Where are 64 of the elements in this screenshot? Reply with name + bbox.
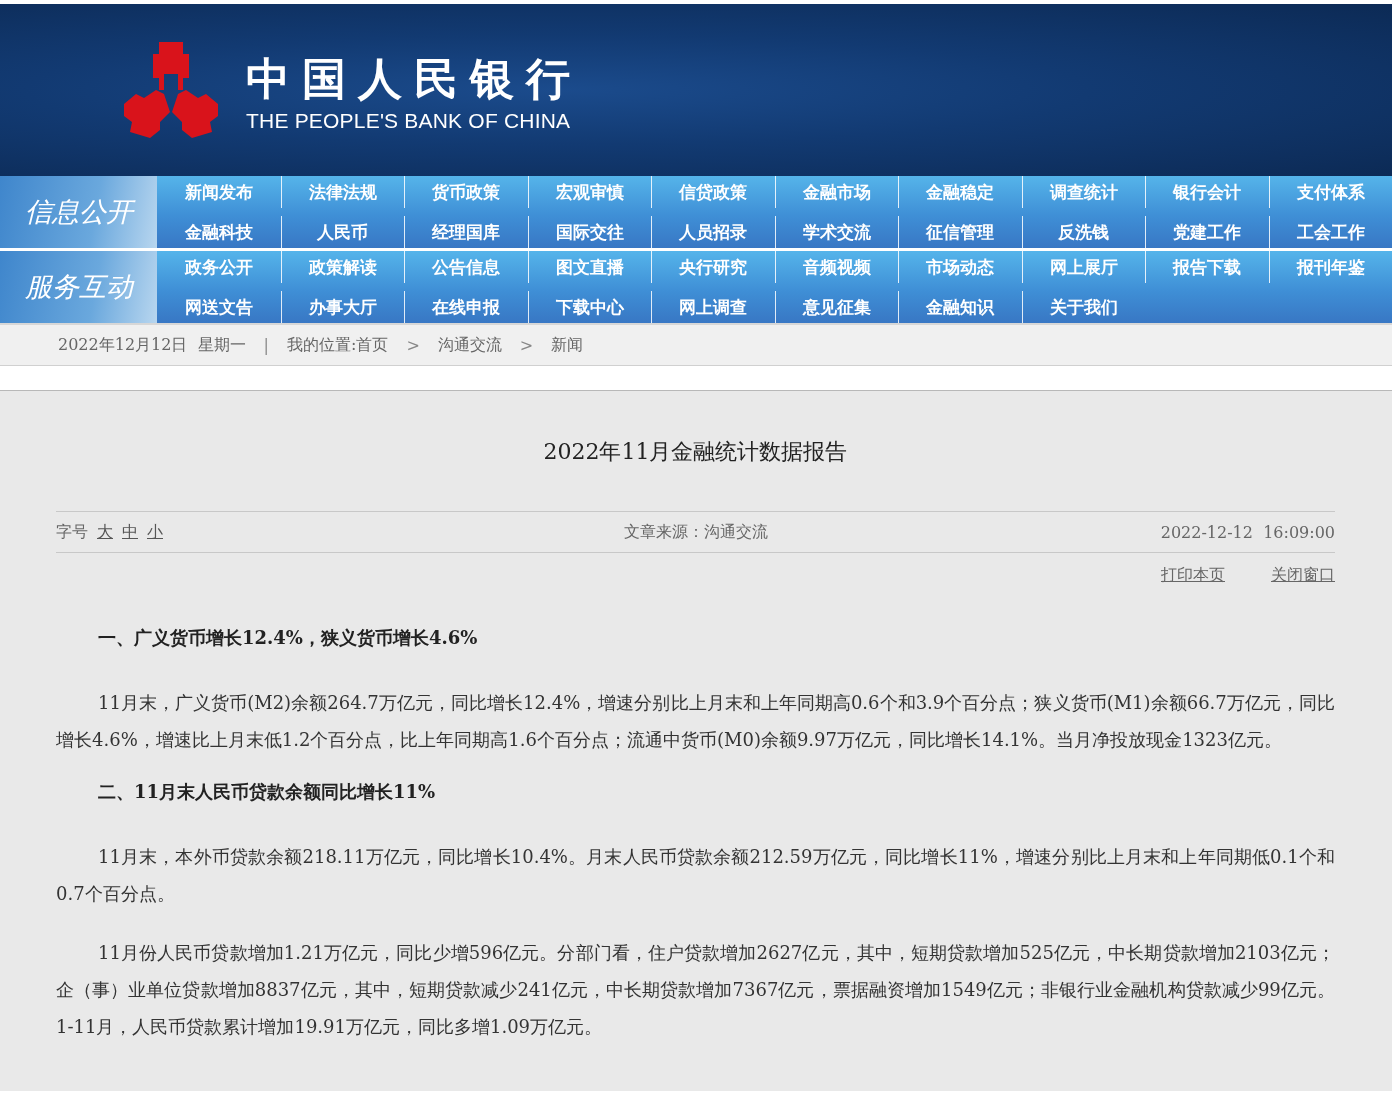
paragraph: 11月末，本外币贷款余额218.11万亿元，同比增长10.4%。月末人民币贷款余额212.59万亿元，同比增长11%，增速分别比上月末和上年同期低0.1个和0.7个百分点。 xyxy=(56,845,1335,906)
nav-link[interactable]: 反洗钱 xyxy=(1058,220,1110,244)
nav-link[interactable]: 金融科技 xyxy=(185,220,254,244)
nav-link[interactable]: 国际交往 xyxy=(555,220,624,244)
nav-link[interactable]: 党建工作 xyxy=(1173,220,1242,244)
nav-link[interactable]: 新闻发布 xyxy=(185,180,254,204)
nav-link[interactable]: 调查统计 xyxy=(1049,180,1118,204)
nav-link[interactable]: 人员招录 xyxy=(679,220,748,244)
current-date: 2022年12月12日 星期一 xyxy=(58,334,246,356)
location-label: 我的位置: xyxy=(287,334,357,356)
nav-link[interactable]: 货币政策 xyxy=(432,180,501,204)
nav-group-label: 服务互动 xyxy=(0,251,157,323)
breadcrumb-link[interactable]: 沟通交流 xyxy=(437,334,502,356)
nav-link[interactable]: 图文直播 xyxy=(555,255,624,279)
section-heading: 二、11月末人民币贷款余额同比增长11% xyxy=(97,780,437,804)
nav-link[interactable]: 金融稳定 xyxy=(926,180,995,204)
nav-link[interactable]: 金融市场 xyxy=(802,180,871,204)
nav-link[interactable]: 宏观审慎 xyxy=(555,180,624,204)
section-heading: 一、广义货币增长12.4%，狭义货币增长4.6% xyxy=(97,626,479,650)
article-source: 文章来源：沟通交流 xyxy=(623,521,768,543)
paragraph: 11月份人民币贷款增加1.21万亿元，同比少增596亿元。分部门看，住户贷款增加2627亿元，其中，短期贷款增加525亿元，中长期贷款增加2103亿元；企（事）业单位贷款增加8837亿元，其中，短期贷款减少241亿元，中长期贷款增加7367亿元，票据融资增加1549亿元；非银行业金融机构贷款减少99亿元。1-11月，人民币贷款累计增加19.91万亿元，同比多增1.09万亿元。 xyxy=(56,941,1335,1039)
nav-link[interactable]: 央行研究 xyxy=(679,255,748,279)
nav-link[interactable]: 市场动态 xyxy=(926,255,995,279)
nav-link[interactable]: 学术交流 xyxy=(802,220,871,244)
logo-title: 中国人民银行 xyxy=(246,54,582,104)
nav-link[interactable]: 政策解读 xyxy=(308,255,377,279)
breadcrumb-separator: > xyxy=(519,335,534,355)
article-title: 2022年11月金融统计数据报告 xyxy=(542,438,849,466)
nav-link[interactable]: 银行会计 xyxy=(1173,180,1242,204)
nav-link[interactable]: 意见征集 xyxy=(802,295,871,319)
action-link[interactable]: 打印本页 xyxy=(1161,565,1225,586)
nav-link[interactable]: 政务公开 xyxy=(185,255,254,279)
nav-link[interactable]: 公告信息 xyxy=(432,255,501,279)
nav-link[interactable]: 报告下载 xyxy=(1173,255,1242,279)
logo-subtitle: THE PEOPLE'S BANK OF CHINA xyxy=(246,108,572,134)
font-size-label: 字号 xyxy=(56,521,88,543)
nav-link[interactable]: 网送文告 xyxy=(185,295,254,319)
paragraph: 11月末，广义货币(M2)余额264.7万亿元，同比增长12.4%，增速分别比上月末和上年同期高0.6个和3.9个百分点；狭义货币(M1)余额66.7万亿元，同比增长4.6%，增速比上月末低1.2个百分点，比上年同期高1.6个百分点；流通中货币(M0)余额9.97万亿元，同比增长14.1%。当月净投放现金1323亿元。 xyxy=(56,691,1335,752)
nav-link[interactable]: 支付体系 xyxy=(1296,180,1365,204)
divider-mark: | xyxy=(263,335,269,355)
breadcrumb-link[interactable]: 首页 xyxy=(356,334,389,356)
nav-link[interactable]: 办事大厅 xyxy=(308,295,377,319)
nav-group-label: 信息公开 xyxy=(0,176,157,248)
font-size-link[interactable]: 大 xyxy=(97,521,113,543)
nav-link[interactable]: 网上调查 xyxy=(679,295,748,319)
nav-link[interactable]: 法律法规 xyxy=(308,180,377,204)
nav-link[interactable]: 经理国库 xyxy=(432,220,501,244)
nav-link[interactable]: 报刊年鉴 xyxy=(1296,255,1365,279)
nav-link[interactable]: 工会工作 xyxy=(1296,220,1365,244)
font-size-link[interactable]: 中 xyxy=(122,521,138,543)
font-size-link[interactable]: 小 xyxy=(147,521,163,543)
nav-link[interactable]: 征信管理 xyxy=(926,220,995,244)
nav-link[interactable]: 音频视频 xyxy=(802,255,871,279)
nav-link[interactable]: 人民币 xyxy=(317,220,369,244)
nav-link[interactable]: 下载中心 xyxy=(555,295,624,319)
action-link[interactable]: 关闭窗口 xyxy=(1271,565,1335,586)
nav-link[interactable]: 金融知识 xyxy=(926,295,995,319)
publish-time: 2022-12-12 16:09:00 xyxy=(1160,522,1335,542)
breadcrumb-separator: > xyxy=(406,335,420,355)
nav-link[interactable]: 信贷政策 xyxy=(679,180,748,204)
breadcrumb-link[interactable]: 新闻 xyxy=(551,334,584,356)
nav-link[interactable]: 网上展厅 xyxy=(1049,255,1118,279)
nav-link[interactable]: 在线申报 xyxy=(432,295,501,319)
nav-link[interactable]: 关于我们 xyxy=(1049,295,1118,319)
